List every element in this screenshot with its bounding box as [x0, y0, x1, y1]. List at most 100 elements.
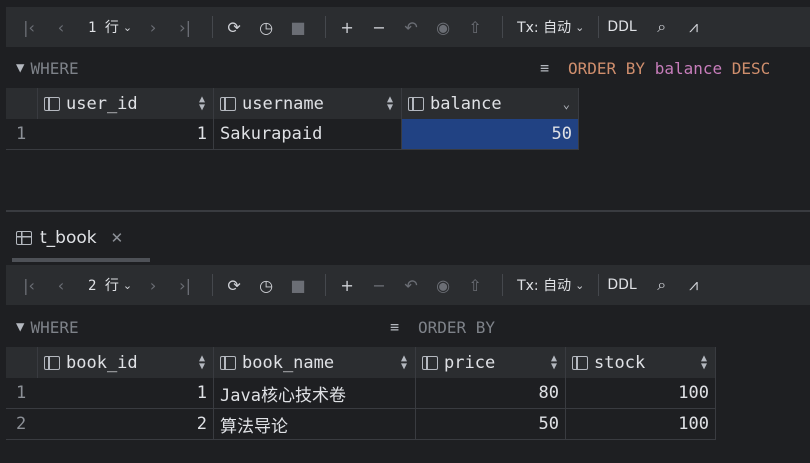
preview-icon[interactable]: ◉ [430, 272, 456, 298]
row-count-label: 2 行 [88, 278, 119, 294]
stop-icon[interactable]: ■ [285, 14, 311, 40]
tab-label: t_book [40, 228, 97, 248]
column-icon [572, 355, 588, 370]
sort-toggle-icon[interactable]: ▲ ▼ [387, 94, 393, 112]
cell-stock[interactable]: 100 [566, 378, 716, 409]
toolbar-separator [325, 274, 327, 296]
first-page-icon[interactable]: |‹ [16, 14, 42, 40]
refresh-icon[interactable]: ⟳ [221, 14, 247, 40]
tab-active-indicator [12, 258, 150, 262]
top-grid-header-corner [6, 88, 38, 119]
clock-icon[interactable]: ◷ [253, 14, 279, 40]
order-by-direction: DESC [731, 58, 771, 78]
column-header-balance[interactable]: balance ⌄ [402, 88, 579, 119]
row-count-dropdown[interactable]: 2 行 ⌄ [88, 275, 132, 295]
sort-toggle-icon[interactable]: ▲ ▼ [551, 353, 557, 371]
first-page-icon[interactable]: |‹ [16, 272, 42, 298]
cell-balance-selected[interactable]: 50 [402, 119, 579, 150]
submit-icon[interactable]: ⇧ [462, 14, 488, 40]
sort-toggle-icon[interactable]: ▲ ▼ [701, 353, 707, 371]
cell-book-id[interactable]: 2 [38, 409, 214, 440]
cell-username[interactable]: Sakurapaid [214, 119, 402, 150]
table-icon [16, 231, 32, 245]
top-toolbar: |‹ ‹ 1 行 ⌄ › ›| ⟳ ◷ ■ + − ↶ ◉ ⇧ Tx: 自动 ⌄… [6, 7, 810, 47]
key-column-icon [44, 96, 60, 111]
toolbar-separator [598, 274, 600, 296]
cell-price[interactable]: 80 [416, 378, 566, 409]
cell-stock[interactable]: 100 [566, 409, 716, 440]
tx-mode-dropdown[interactable]: Tx: 自动 ⌄ [517, 275, 584, 295]
next-page-icon[interactable]: › [140, 272, 166, 298]
column-header-price[interactable]: price ▲ ▼ [416, 347, 566, 378]
filter-icon: ▼ [16, 319, 25, 335]
delete-row-icon[interactable]: − [366, 14, 392, 40]
bottom-grid-header-corner [6, 347, 38, 378]
order-by-field[interactable]: ORDER BY balance DESC [568, 59, 770, 78]
chart-icon[interactable]: ⩘ [681, 272, 707, 298]
order-by-keyword: ORDER BY [568, 58, 646, 78]
chevron-down-icon: ⌄ [575, 20, 585, 34]
sort-desc-icon[interactable]: ⌄ [563, 98, 570, 110]
column-icon [220, 355, 236, 370]
close-icon[interactable]: ✕ [111, 229, 124, 247]
cell-user-id[interactable]: 1 [38, 119, 214, 150]
filter-icon: ▼ [16, 60, 25, 76]
row-count-dropdown[interactable]: 1 行 ⌄ [88, 17, 132, 37]
search-icon[interactable]: ⌕ [649, 272, 675, 298]
column-header-username[interactable]: username ▲ ▼ [214, 88, 402, 119]
revert-icon[interactable]: ↶ [398, 272, 424, 298]
sort-toggle-icon[interactable]: ▲ ▼ [401, 353, 407, 371]
toolbar-separator [212, 16, 214, 38]
toolbar-separator [502, 274, 504, 296]
order-by-column: balance [654, 58, 723, 78]
sort-icon: ≡ [540, 59, 550, 77]
chevron-down-icon: ⌄ [122, 278, 133, 292]
chart-icon[interactable]: ⩘ [681, 14, 707, 40]
ddl-button[interactable]: DDL [607, 277, 636, 293]
delete-row-icon[interactable]: − [366, 272, 392, 298]
add-row-icon[interactable]: + [334, 272, 360, 298]
order-by-field[interactable]: ORDER BY [418, 318, 495, 337]
prev-page-icon[interactable]: ‹ [48, 272, 74, 298]
where-field[interactable]: WHERE [30, 59, 78, 78]
search-icon[interactable]: ⌕ [649, 14, 675, 40]
toolbar-separator [502, 16, 504, 38]
column-header-stock[interactable]: stock ▲ ▼ [566, 347, 716, 378]
revert-icon[interactable]: ↶ [398, 14, 424, 40]
refresh-icon[interactable]: ⟳ [221, 272, 247, 298]
toolbar-separator [325, 16, 327, 38]
clock-icon[interactable]: ◷ [253, 272, 279, 298]
preview-icon[interactable]: ◉ [430, 14, 456, 40]
top-filter-bar: ▼ WHERE ≡ ORDER BY balance DESC [6, 53, 810, 83]
tab-t-book[interactable]: t_book ✕ [16, 222, 123, 254]
column-header-book-name[interactable]: book_name ▲ ▼ [214, 347, 416, 378]
row-number[interactable]: 1 [6, 378, 38, 409]
row-number[interactable]: 2 [6, 409, 38, 440]
row-count-label: 1 行 [88, 20, 119, 36]
bottom-filter-bar: ▼ WHERE ≡ ORDER BY [6, 312, 810, 342]
chevron-down-icon: ⌄ [122, 20, 133, 34]
tx-mode-dropdown[interactable]: Tx: 自动 ⌄ [517, 17, 584, 37]
next-page-icon[interactable]: › [140, 14, 166, 40]
prev-page-icon[interactable]: ‹ [48, 14, 74, 40]
toolbar-separator [598, 16, 600, 38]
cell-book-name[interactable]: Java核心技术卷 [214, 378, 416, 409]
sort-toggle-icon[interactable]: ▲ ▼ [199, 353, 205, 371]
sort-toggle-icon[interactable]: ▲ ▼ [199, 94, 205, 112]
tx-mode-label: Tx: 自动 [517, 20, 572, 36]
ddl-button[interactable]: DDL [607, 19, 636, 35]
where-field[interactable]: WHERE [30, 318, 78, 337]
column-header-book-id[interactable]: book_id ▲ ▼ [38, 347, 214, 378]
row-number[interactable]: 1 [6, 119, 38, 150]
stop-icon[interactable]: ■ [285, 272, 311, 298]
column-header-user-id[interactable]: user_id ▲ ▼ [38, 88, 214, 119]
add-row-icon[interactable]: + [334, 14, 360, 40]
cell-book-name[interactable]: 算法导论 [214, 409, 416, 440]
key-column-icon [44, 355, 60, 370]
last-page-icon[interactable]: ›| [172, 272, 198, 298]
last-page-icon[interactable]: ›| [172, 14, 198, 40]
tx-mode-label: Tx: 自动 [517, 278, 572, 294]
cell-price[interactable]: 50 [416, 409, 566, 440]
cell-book-id[interactable]: 1 [38, 378, 214, 409]
submit-icon[interactable]: ⇧ [462, 272, 488, 298]
